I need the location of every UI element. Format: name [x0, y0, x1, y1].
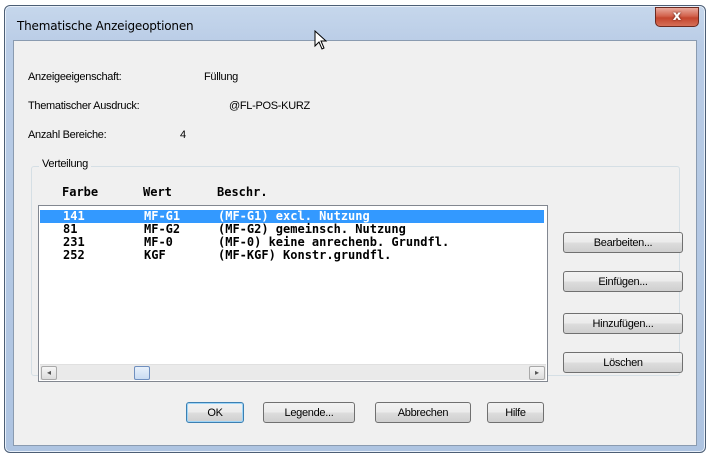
ausdruck-value: @FL-POS-KURZ [229, 100, 310, 112]
cell-beschr: (MF-KGF) Konstr.grundfl. [218, 248, 392, 262]
anzeigeeigenschaft-value: Füllung [204, 71, 238, 83]
scroll-thumb[interactable] [134, 366, 150, 380]
ausdruck-label: Thematischer Ausdruck: [28, 100, 140, 112]
verteilung-list[interactable]: 141 MF-G1 (MF-G1) excl. Nutzung 81 MF-G2… [38, 205, 548, 382]
loeschen-button[interactable]: Löschen [563, 352, 683, 373]
cell-wert: KGF [144, 248, 166, 262]
column-header-farbe: Farbe [62, 185, 99, 199]
table-row[interactable]: 252 KGF (MF-KGF) Konstr.grundfl. [40, 249, 544, 262]
column-header-beschr: Beschr. [217, 185, 268, 199]
cell-farbe: 252 [63, 248, 85, 262]
hinzufuegen-button[interactable]: Hinzufügen... [563, 313, 683, 334]
bereiche-value: 4 [180, 129, 186, 141]
dialog-window: Thematische Anzeigeoptionen x Anzeigeeig… [4, 5, 706, 453]
verteilung-group-label: Verteilung [39, 158, 91, 170]
horizontal-scrollbar[interactable]: ◂ ▸ [40, 364, 546, 380]
hilfe-button[interactable]: Hilfe [487, 402, 544, 423]
scroll-left-icon[interactable]: ◂ [41, 366, 57, 380]
bearbeiten-button[interactable]: Bearbeiten... [563, 232, 683, 253]
mouse-pointer-icon [314, 30, 328, 50]
dialog-client-area: Anzeigeeigenschaft: Füllung Thematischer… [13, 40, 697, 446]
legende-button[interactable]: Legende... [263, 402, 355, 423]
window-title: Thematische Anzeigeoptionen [17, 19, 194, 33]
close-button[interactable]: x [655, 7, 699, 27]
einfuegen-button[interactable]: Einfügen... [563, 271, 683, 292]
scroll-right-icon[interactable]: ▸ [529, 366, 545, 380]
title-bar[interactable]: Thematische Anzeigeoptionen x [5, 6, 705, 40]
abbrechen-button[interactable]: Abbrechen [375, 402, 471, 423]
anzeigeeigenschaft-label: Anzeigeeigenschaft: [28, 71, 122, 83]
ok-button[interactable]: OK [186, 402, 244, 423]
bereiche-label: Anzahl Bereiche: [28, 129, 107, 141]
column-header-wert: Wert [143, 185, 172, 199]
